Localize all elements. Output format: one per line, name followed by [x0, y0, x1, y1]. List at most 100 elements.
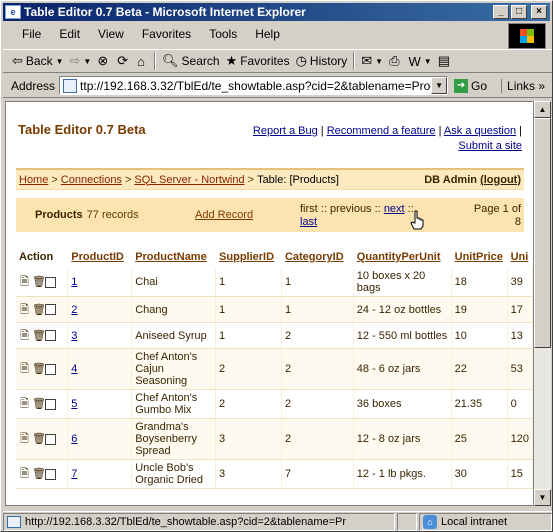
product-id-link[interactable]: 3 — [71, 330, 77, 342]
select-checkbox[interactable] — [45, 363, 56, 375]
cell-unitsinstock: 17 — [507, 296, 533, 323]
breadcrumb-home[interactable]: Home — [19, 174, 48, 186]
select-checkbox[interactable] — [45, 330, 56, 341]
breadcrumb-connections[interactable]: Connections — [61, 174, 122, 186]
edit-record-icon[interactable]: 🗎︎ — [19, 468, 30, 480]
col-unitprice[interactable]: UnitPrice — [451, 246, 508, 268]
cell-quantityperunit: 24 - 12 oz bottles — [353, 296, 452, 323]
row-actions: 🗎︎ 🗑︎ — [16, 348, 69, 390]
address-input[interactable]: ttp://192.168.3.32/TblEd/te_showtable.as… — [59, 76, 449, 95]
delete-record-icon[interactable]: 🗑︎ — [32, 276, 46, 288]
delete-record-icon[interactable]: 🗑︎ — [32, 363, 46, 375]
menu-view[interactable]: View — [98, 27, 124, 41]
menu-favorites[interactable]: Favorites — [142, 27, 191, 41]
pager-last-link[interactable]: last — [300, 216, 317, 228]
print-button[interactable]: ⎙ — [386, 51, 405, 71]
pager-bar: Products 77 records Add Record first :: p… — [16, 198, 524, 232]
select-checkbox[interactable] — [45, 398, 56, 410]
col-quantityperunit[interactable]: QuantityPerUnit — [353, 246, 452, 268]
delete-record-icon[interactable]: 🗑︎ — [32, 330, 46, 342]
col-categoryid[interactable]: CategoryID — [281, 246, 354, 268]
stop-button[interactable]: ⊗ — [94, 51, 114, 71]
admin-user: DB Admin — [424, 173, 477, 186]
edit-record-icon[interactable]: 🗎︎ — [19, 304, 30, 316]
select-checkbox[interactable] — [45, 433, 56, 445]
home-button[interactable]: ⌂ — [134, 51, 151, 71]
submit-site-link[interactable]: Submit a site — [458, 140, 522, 152]
delete-record-icon[interactable]: 🗑︎ — [32, 468, 46, 480]
search-button[interactable]: 🔍︎ Search — [159, 51, 223, 71]
cell-productname: Chef Anton's Gumbo Mix — [131, 389, 217, 419]
menu-help[interactable]: Help — [255, 27, 280, 41]
edit-record-icon[interactable]: 🗎︎ — [19, 330, 30, 342]
breadcrumb-server[interactable]: SQL Server - Nortwind — [134, 174, 244, 186]
cell-productname: Uncle Bob's Organic Dried — [131, 459, 217, 489]
logout-link[interactable]: (logout) — [480, 174, 521, 186]
forward-button[interactable]: ⇨ ▼ — [67, 51, 95, 71]
cell-quantityperunit: 12 - 1 lb pkgs. — [353, 459, 452, 489]
cell-unitsinstock: 120 — [507, 418, 533, 460]
favorites-button[interactable]: ★ Favorites — [223, 51, 293, 71]
scroll-thumb[interactable] — [534, 118, 551, 348]
scroll-down-button[interactable]: ▼ — [534, 489, 551, 506]
edit-record-icon[interactable]: 🗎︎ — [19, 363, 30, 375]
cell-supplierid: 2 — [215, 389, 282, 419]
refresh-button[interactable]: ⟳ — [114, 51, 134, 71]
favorites-icon: ★ — [225, 53, 238, 68]
go-button[interactable]: ➜ Go — [454, 78, 487, 93]
product-id-link[interactable]: 1 — [71, 276, 77, 288]
maximize-button[interactable]: □ — [511, 5, 527, 19]
table-header-row: Action ProductID ProductName SupplierID … — [16, 246, 533, 268]
title-bar[interactable]: e Table Editor 0.7 Beta - Microsoft Inte… — [3, 3, 550, 21]
scroll-up-button[interactable]: ▲ — [534, 101, 551, 118]
recommend-feature-link[interactable]: Recommend a feature — [327, 125, 436, 137]
col-unitsinstock[interactable]: Uni — [507, 246, 533, 268]
vertical-scrollbar[interactable]: ▲ ▼ — [534, 101, 551, 506]
discuss-button[interactable]: ▤ — [435, 51, 456, 71]
breadcrumb: Home > Connections > SQL Server - Nortwi… — [16, 168, 524, 190]
links-button[interactable]: Links » — [501, 78, 545, 93]
col-productid[interactable]: ProductID — [67, 246, 133, 268]
delete-record-icon[interactable]: 🗑︎ — [32, 304, 46, 316]
report-bug-link[interactable]: Report a Bug — [253, 125, 318, 137]
select-checkbox[interactable] — [45, 468, 56, 480]
col-productname[interactable]: ProductName — [131, 246, 217, 268]
select-checkbox[interactable] — [45, 276, 56, 288]
back-button[interactable]: ⇦ Back ▼ — [9, 51, 67, 71]
add-record-link[interactable]: Add Record — [195, 209, 253, 221]
edit-button[interactable]: W ▼ — [406, 51, 435, 71]
history-button[interactable]: ◷ History — [293, 51, 351, 71]
delete-record-icon[interactable]: 🗑︎ — [32, 398, 46, 410]
menu-edit[interactable]: Edit — [59, 27, 80, 41]
col-supplierid[interactable]: SupplierID — [215, 246, 282, 268]
select-checkbox[interactable] — [45, 304, 56, 315]
cell-productid: 4 — [67, 348, 133, 390]
menu-file[interactable]: File — [22, 27, 41, 41]
product-id-link[interactable]: 4 — [71, 363, 77, 375]
breadcrumb-sep: > — [124, 173, 132, 186]
product-id-link[interactable]: 5 — [71, 398, 77, 410]
page-viewport: Table Editor 0.7 Beta Report a Bug | Rec… — [5, 101, 534, 506]
row-actions: 🗎︎ 🗑︎ — [16, 389, 69, 419]
mail-button[interactable]: ✉ ▼ — [358, 51, 386, 71]
edit-record-icon[interactable]: 🗎︎ — [19, 433, 30, 445]
close-button[interactable]: × — [531, 5, 547, 19]
minimize-button[interactable]: _ — [493, 5, 509, 19]
address-dropdown-button[interactable]: ▼ — [431, 77, 448, 94]
pager-next-link[interactable]: next — [384, 203, 405, 215]
delete-record-icon[interactable]: 🗑︎ — [32, 433, 46, 445]
row-actions: 🗎︎ 🗑︎ — [16, 418, 69, 460]
menu-tools[interactable]: Tools — [209, 27, 237, 41]
cell-supplierid: 3 — [215, 418, 282, 460]
cell-categoryid: 2 — [281, 418, 354, 460]
back-label: Back — [25, 54, 53, 68]
product-id-link[interactable]: 2 — [71, 304, 77, 316]
status-zone: Local intranet — [441, 515, 508, 528]
edit-record-icon[interactable]: 🗎︎ — [19, 276, 30, 288]
edit-record-icon[interactable]: 🗎︎ — [19, 398, 30, 410]
product-id-link[interactable]: 6 — [71, 433, 77, 445]
links-label: Links — [507, 78, 536, 93]
ask-question-link[interactable]: Ask a question — [444, 125, 516, 137]
toolbar-separator — [154, 52, 157, 70]
product-id-link[interactable]: 7 — [71, 468, 77, 480]
